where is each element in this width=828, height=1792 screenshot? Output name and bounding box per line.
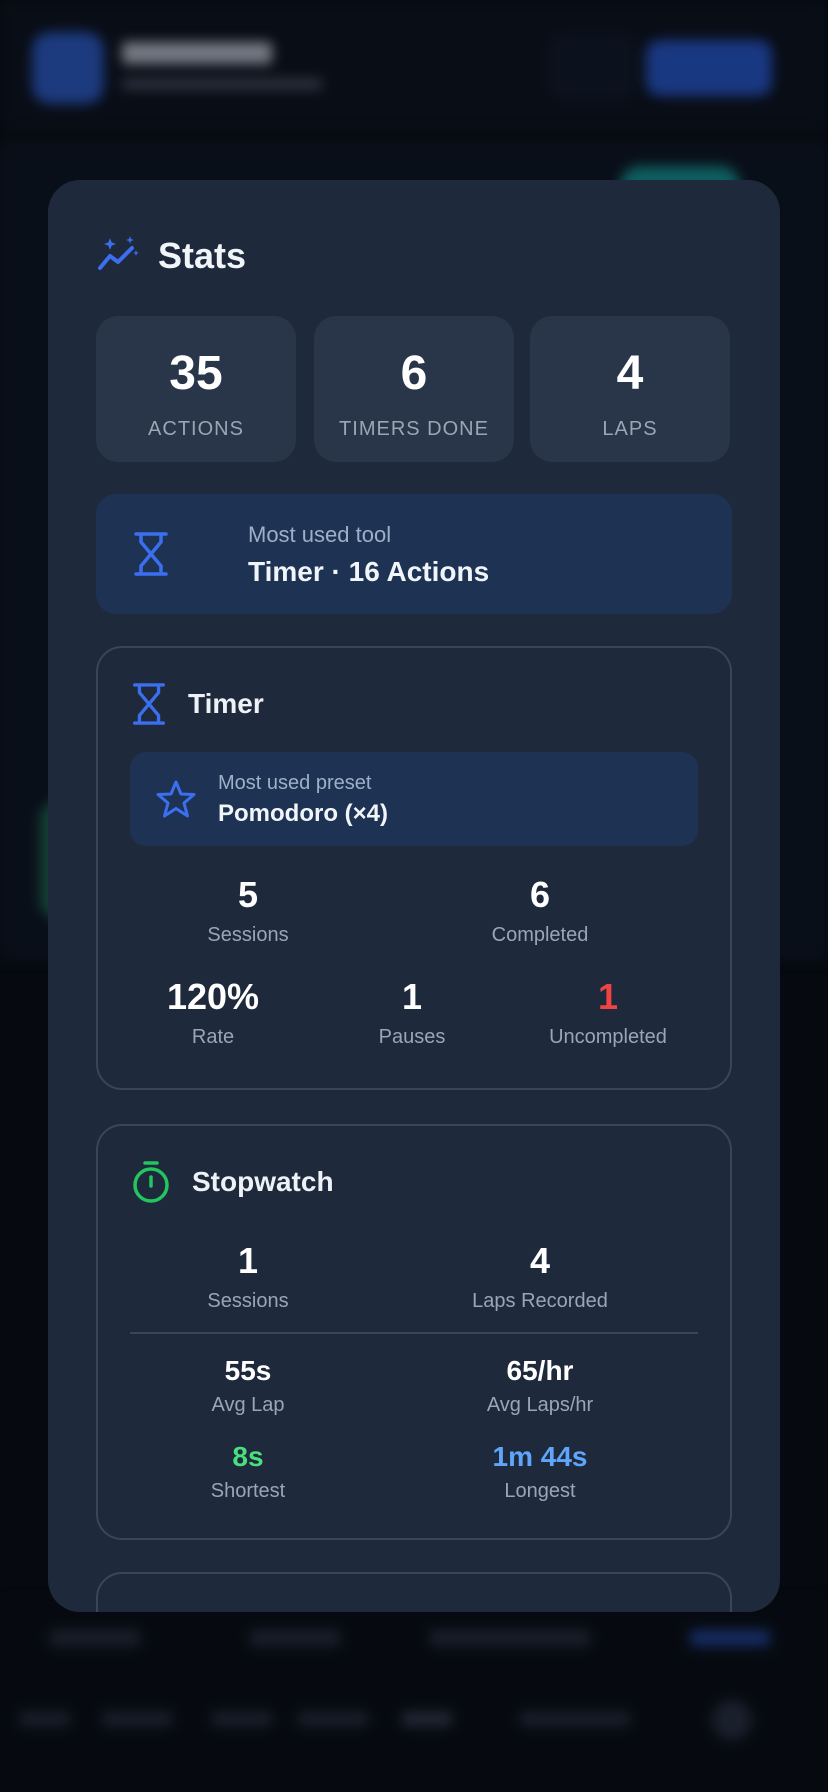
bottom-nav-item [298, 1712, 368, 1726]
timer-completed-metric: 6 Completed [450, 874, 630, 947]
preset-caption: Most used preset [218, 772, 372, 794]
bottom-tab [250, 1630, 340, 1646]
hourglass-icon [133, 683, 165, 725]
header-icon-button [548, 32, 638, 102]
metric-value: 6 [529, 874, 551, 915]
most-used-preset: Most used preset Pomodoro (×4) [130, 752, 698, 846]
stopwatch-divider [130, 1332, 698, 1334]
stat-card-laps: 4 LAPS [530, 316, 730, 462]
most-used-tool-banner: Most used tool Timer · 16 Actions [96, 494, 732, 614]
metric-label: Laps Recorded [472, 1290, 608, 1312]
header-primary-button [646, 40, 772, 96]
stopwatch-icon [133, 1161, 169, 1203]
stopwatch-avg-lap-metric: 55s Avg Lap [168, 1354, 328, 1417]
metric-value: 1 [401, 976, 423, 1017]
metric-label: Sessions [207, 924, 289, 946]
modal-header: Stats [96, 232, 246, 280]
bottom-nav-avatar [712, 1700, 752, 1740]
stopwatch-sessions-metric: 1 Sessions [168, 1240, 328, 1313]
bottom-tab [690, 1630, 770, 1646]
stopwatch-shortest-metric: 8s Shortest [168, 1440, 328, 1503]
timer-rate-metric: 120% Rate [138, 976, 288, 1049]
app-logo [32, 32, 104, 104]
timer-section-title: Timer [188, 688, 264, 719]
metric-label: Rate [191, 1026, 235, 1048]
timer-section: Timer Most used preset Pomodoro (×4) 5 S… [96, 646, 732, 1090]
bottom-nav-item [20, 1712, 70, 1726]
stopwatch-section: Stopwatch 1 Sessions 4 Laps Recorded 55s… [96, 1124, 732, 1540]
stopwatch-longest-metric: 1m 44s Longest [440, 1440, 640, 1503]
metric-value: 65/hr [506, 1355, 574, 1386]
stats-modal: Stats 35 ACTIONS 6 TIMERS DONE 4 LAPS Mo… [48, 180, 780, 1612]
next-section [96, 1572, 732, 1612]
timer-pauses-metric: 1 Pauses [342, 976, 482, 1049]
most-used-tool-value: Timer · 16 Actions [248, 556, 490, 587]
timer-uncompleted-metric: 1 Uncompleted [518, 976, 698, 1049]
metric-value: 1 [237, 1240, 259, 1281]
modal-title: Stats [158, 235, 247, 276]
metric-label: Avg Lap [211, 1394, 285, 1416]
preset-value: Pomodoro (×4) [218, 800, 389, 827]
metric-label: Uncompleted [549, 1026, 667, 1048]
stat-card-timers-done: 6 TIMERS DONE [314, 316, 514, 462]
metric-value: 5 [237, 874, 259, 915]
bottom-nav-item [102, 1712, 172, 1726]
metric-label: Pauses [378, 1026, 446, 1048]
metric-label: Longest [504, 1480, 576, 1502]
metric-label: Avg Laps/hr [486, 1394, 594, 1416]
most-used-tool-caption: Most used tool [248, 522, 392, 547]
metric-value: 120% [166, 976, 260, 1017]
bottom-nav-item [402, 1712, 452, 1726]
app-title-placeholder [122, 42, 272, 64]
metric-value: 1m 44s [492, 1441, 588, 1472]
metric-label: Sessions [207, 1290, 289, 1312]
metric-label: Shortest [210, 1480, 286, 1502]
metric-value: 4 [529, 1240, 551, 1281]
metric-value: 55s [224, 1355, 272, 1386]
timer-section-header: Timer [132, 682, 264, 726]
stat-label: LAPS [602, 418, 658, 440]
metric-label: Completed [491, 924, 589, 946]
bottom-bar [0, 1600, 828, 1792]
metric-value: 1 [597, 976, 619, 1017]
bottom-tab [50, 1630, 140, 1646]
stat-value: 6 [400, 347, 428, 400]
hourglass-icon [134, 532, 168, 576]
sparkle-chart-icon [98, 236, 139, 270]
stopwatch-section-header: Stopwatch [132, 1160, 334, 1204]
stat-value: 35 [169, 347, 223, 400]
timer-sessions-metric: 5 Sessions [168, 874, 328, 947]
stat-value: 4 [616, 347, 644, 400]
stopwatch-laps-recorded-metric: 4 Laps Recorded [430, 1240, 650, 1313]
stat-label: TIMERS DONE [339, 418, 489, 440]
metric-value: 8s [232, 1441, 264, 1472]
star-icon [156, 780, 196, 818]
app-subtitle-placeholder [122, 78, 322, 90]
bottom-nav-item [520, 1712, 630, 1726]
bottom-tab [430, 1630, 590, 1646]
stopwatch-avg-laps-hr-metric: 65/hr Avg Laps/hr [440, 1354, 640, 1417]
stat-label: ACTIONS [148, 418, 244, 440]
bottom-nav-item [212, 1712, 272, 1726]
stopwatch-section-title: Stopwatch [192, 1166, 334, 1197]
stat-card-actions: 35 ACTIONS [96, 316, 296, 462]
